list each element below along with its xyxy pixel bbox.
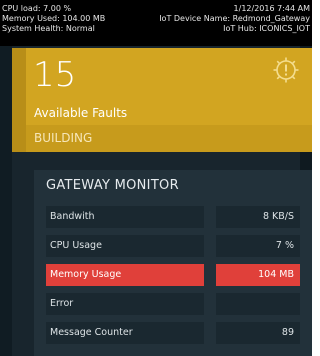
gateway-monitor-panel: GATEWAY MONITOR Bandwith 8 KB/S CPU Usag… [34, 170, 312, 356]
fault-label: Available Faults [34, 106, 128, 120]
metric-row-message-counter: Message Counter 89 [46, 322, 306, 344]
date-time-text: 1/12/2016 7:44 AM [233, 4, 310, 13]
metric-value: 7 % [216, 235, 300, 257]
status-right: 1/12/2016 7:44 AM IoT Device Name: Redmo… [159, 4, 310, 34]
fault-tile-edge [12, 48, 26, 152]
memory-used-text: Memory Used: 104.00 MB [2, 14, 106, 23]
iot-hub-text: IoT Hub: ICONICS_IOT [223, 24, 310, 33]
fault-category-label: BUILDING [34, 131, 93, 145]
metric-name: Message Counter [46, 322, 204, 344]
status-left: CPU load: 7.00 % Memory Used: 104.00 MB … [2, 4, 105, 34]
status-bar: CPU load: 7.00 % Memory Used: 104.00 MB … [0, 0, 312, 46]
left-background-panel [0, 46, 12, 356]
device-name-text: IoT Device Name: Redmond_Gateway [159, 14, 310, 23]
metric-name: Memory Usage [46, 264, 204, 286]
cpu-load-text: CPU load: 7.00 % [2, 4, 72, 13]
metric-row-cpu-usage: CPU Usage 7 % [46, 235, 306, 257]
metric-row-bandwith: Bandwith 8 KB/S [46, 206, 306, 228]
fault-category-bar: BUILDING [26, 125, 312, 152]
gear-alert-icon [273, 57, 299, 83]
metric-name: CPU Usage [46, 235, 204, 257]
available-faults-tile[interactable]: 15 Available Faults BUILDING [26, 48, 312, 152]
fault-count: 15 [33, 55, 77, 95]
system-health-text: System Health: Normal [2, 24, 95, 33]
metric-value [216, 293, 300, 315]
iot-gateway-screen: CPU load: 7.00 % Memory Used: 104.00 MB … [0, 0, 312, 356]
metric-name: Bandwith [46, 206, 204, 228]
metric-name: Error [46, 293, 204, 315]
metric-row-memory-usage: Memory Usage 104 MB [46, 264, 306, 286]
metric-value: 89 [216, 322, 300, 344]
metric-value: 104 MB [216, 264, 300, 286]
metric-row-error: Error [46, 293, 306, 315]
metric-value: 8 KB/S [216, 206, 300, 228]
gateway-monitor-title: GATEWAY MONITOR [46, 178, 179, 193]
